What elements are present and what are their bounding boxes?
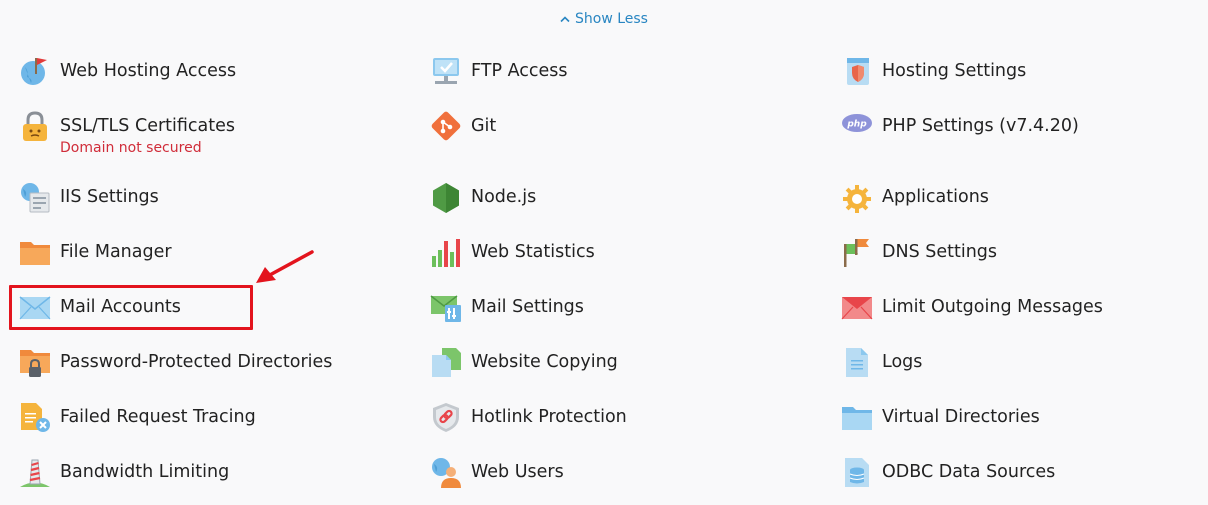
tool-label: Hotlink Protection (471, 407, 627, 427)
tool-web-hosting-access[interactable]: Web Hosting Access (19, 55, 236, 89)
tool-web-users[interactable]: Web Users (430, 456, 564, 490)
tool-bandwidth-limiting[interactable]: Bandwidth Limiting (19, 456, 229, 490)
tool-ssl-tls-certificates[interactable]: SSL/TLS Certificates Domain not secured (19, 110, 235, 155)
database-icon (841, 456, 873, 488)
tool-label: SSL/TLS Certificates (60, 116, 235, 136)
envelope-red-icon (841, 291, 873, 323)
log-document-icon (841, 346, 873, 378)
tool-mail-settings[interactable]: Mail Settings (430, 291, 584, 325)
tool-label: PHP Settings (v7.4.20) (882, 116, 1079, 136)
gear-icon (841, 181, 873, 213)
dns-flags-icon (841, 236, 873, 268)
tool-failed-request-tracing[interactable]: Failed Request Tracing (19, 401, 256, 435)
hosting-shield-icon (841, 55, 873, 87)
tool-git[interactable]: Git (430, 110, 496, 144)
bar-chart-icon (430, 236, 462, 268)
red-arrow-annotation (256, 250, 314, 283)
git-icon (430, 110, 462, 142)
tool-label: FTP Access (471, 61, 568, 81)
tool-label: Password-Protected Directories (60, 352, 333, 372)
tool-label: Web Users (471, 462, 564, 482)
tool-label: DNS Settings (882, 242, 998, 262)
padlock-icon (19, 110, 51, 142)
copy-pages-icon (430, 346, 462, 378)
tool-label: Failed Request Tracing (60, 407, 256, 427)
folder-icon (19, 236, 51, 268)
failed-request-icon (19, 401, 51, 433)
tool-label: Limit Outgoing Messages (882, 297, 1103, 317)
nodejs-hexagon-icon (430, 181, 462, 213)
tool-website-copying[interactable]: Website Copying (430, 346, 618, 380)
svg-text:php: php (846, 120, 867, 130)
tool-label: IIS Settings (60, 187, 159, 207)
tool-label: Website Copying (471, 352, 618, 372)
tool-label: Logs (882, 352, 923, 372)
tool-dns-settings[interactable]: DNS Settings (841, 236, 997, 270)
tool-iis-settings[interactable]: IIS Settings (19, 181, 159, 215)
tool-nodejs[interactable]: Node.js (430, 181, 536, 215)
iis-server-icon (19, 181, 51, 213)
tool-limit-outgoing-messages[interactable]: Limit Outgoing Messages (841, 291, 1103, 325)
tool-label: Mail Settings (471, 297, 584, 317)
php-icon: php (841, 110, 873, 142)
web-user-icon (430, 456, 462, 488)
globe-flag-icon (19, 55, 51, 87)
bandwidth-tower-icon (19, 456, 51, 488)
tool-ftp-access[interactable]: FTP Access (430, 55, 567, 89)
tool-hotlink-protection[interactable]: Hotlink Protection (430, 401, 627, 435)
locked-folder-icon (19, 346, 51, 378)
tool-label: Node.js (471, 187, 537, 207)
tool-label: Web Hosting Access (60, 61, 237, 81)
virtual-folder-icon (841, 401, 873, 433)
tool-odbc-data-sources[interactable]: ODBC Data Sources (841, 456, 1055, 490)
tool-label: Web Statistics (471, 242, 595, 262)
tools-grid: Web Hosting Access FTP Access Hosting Se… (0, 0, 1208, 505)
tool-logs[interactable]: Logs (841, 346, 922, 380)
tool-php-settings[interactable]: php PHP Settings (v7.4.20) (841, 110, 1079, 144)
tool-label: ODBC Data Sources (882, 462, 1056, 482)
ftp-monitor-icon (430, 55, 462, 87)
tool-label: Hosting Settings (882, 61, 1027, 81)
mail-settings-icon (430, 291, 462, 323)
ssl-status-warning[interactable]: Domain not secured (60, 141, 235, 155)
tool-virtual-directories[interactable]: Virtual Directories (841, 401, 1040, 435)
tool-label: Applications (882, 187, 989, 207)
hotlink-shield-icon (430, 401, 462, 433)
mail-accounts-highlight-box (9, 285, 253, 330)
tool-applications[interactable]: Applications (841, 181, 989, 215)
tool-label: File Manager (60, 242, 172, 262)
tool-password-protected-directories[interactable]: Password-Protected Directories (19, 346, 332, 380)
tool-web-statistics[interactable]: Web Statistics (430, 236, 595, 270)
tool-label: Git (471, 116, 497, 136)
tool-label: Virtual Directories (882, 407, 1040, 427)
tool-label: Bandwidth Limiting (60, 462, 230, 482)
tool-file-manager[interactable]: File Manager (19, 236, 172, 270)
tool-hosting-settings[interactable]: Hosting Settings (841, 55, 1026, 89)
